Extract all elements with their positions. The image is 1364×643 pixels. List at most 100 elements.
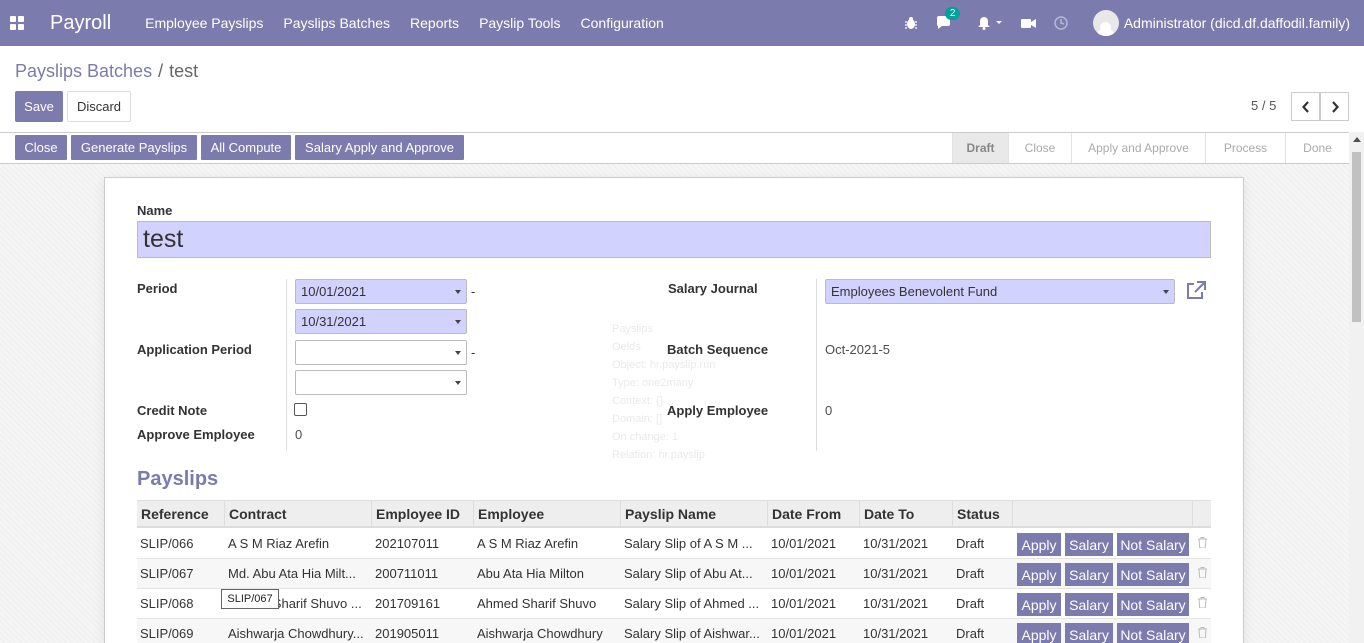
trash-icon[interactable]	[1198, 567, 1207, 578]
menu-payslip-tools[interactable]: Payslip Tools	[479, 15, 560, 31]
application-from-field[interactable]	[295, 340, 467, 365]
cell-employee-id: 201905011	[375, 626, 440, 641]
column-date-to[interactable]: Date To	[860, 501, 953, 527]
table-row[interactable]: SLIP/068 Ahmed Sharif Shuvo ... 20170916…	[137, 589, 1211, 619]
cell-payslip-name: Salary Slip of Aishwar...	[624, 626, 760, 641]
ghost-line: Relation: hr.payslip	[612, 449, 705, 461]
column-actions	[1013, 501, 1193, 527]
not-salary-button[interactable]: Not Salary	[1117, 533, 1189, 556]
user-menu[interactable]: Administrator (dicd.df.daffodil.family)	[1124, 15, 1350, 31]
approve-employee-label: Approve Employee	[137, 427, 255, 442]
breadcrumb-parent[interactable]: Payslips Batches	[15, 61, 152, 81]
trash-icon[interactable]	[1198, 537, 1207, 548]
column-contract[interactable]: Contract	[225, 501, 372, 527]
apply-button[interactable]: Apply	[1017, 563, 1061, 586]
stage-draft[interactable]: Draft	[952, 133, 1008, 163]
approve-employee-value: 0	[295, 427, 303, 442]
table-row[interactable]: SLIP/069 Aishwarja Chowdhury... 20190501…	[137, 619, 1211, 643]
cell-contract: Aishwarja Chowdhury...	[228, 626, 364, 641]
application-to-field[interactable]	[295, 370, 467, 395]
column-employee[interactable]: Employee	[474, 501, 621, 527]
cell-status: Draft	[956, 566, 985, 581]
pager-value[interactable]: 5 / 5	[1251, 98, 1276, 113]
avatar[interactable]	[1092, 10, 1119, 36]
period-dash: -	[471, 284, 476, 299]
stage-done[interactable]: Done	[1285, 133, 1349, 163]
menu-employee-payslips[interactable]: Employee Payslips	[145, 15, 263, 31]
trash-icon[interactable]	[1198, 627, 1207, 638]
payslips-section-title: Payslips	[137, 468, 219, 490]
caret-down-icon	[455, 351, 461, 355]
close-batch-button[interactable]: Close	[15, 135, 67, 160]
menu-configuration[interactable]: Configuration	[581, 15, 664, 31]
not-salary-button[interactable]: Not Salary	[1117, 593, 1189, 616]
app-title[interactable]: Payroll	[50, 12, 111, 35]
trash-icon[interactable]	[1198, 597, 1207, 608]
cell-status: Draft	[956, 536, 985, 551]
scroll-up-icon[interactable]	[1353, 137, 1361, 142]
generate-payslips-button[interactable]: Generate Payslips	[71, 135, 197, 160]
apply-button[interactable]: Apply	[1017, 623, 1061, 643]
cell-contract: A S M Riaz Arefin	[228, 536, 330, 551]
table-row[interactable]: SLIP/067 Md. Abu Ata Hia Milt... 2007110…	[137, 559, 1211, 589]
caret-down-icon	[1163, 290, 1169, 294]
salary-button[interactable]: Salary	[1065, 563, 1113, 586]
salary-journal-field[interactable]: Employees Benevolent Fund	[825, 279, 1175, 304]
chevron-right-icon	[1331, 100, 1339, 113]
pager-next-button[interactable]	[1320, 92, 1349, 121]
salary-button[interactable]: Salary	[1065, 593, 1113, 616]
pager-previous-button[interactable]	[1291, 92, 1320, 121]
cell-date-to: 10/31/2021	[863, 626, 929, 641]
column-employee-id[interactable]: Employee ID	[372, 501, 474, 527]
save-button[interactable]: Save	[15, 91, 63, 122]
cell-reference: SLIP/069	[140, 626, 194, 641]
name-field[interactable]: test	[137, 221, 1211, 258]
ghost-line: On change: 1	[612, 431, 679, 443]
cell-date-to: 10/31/2021	[863, 596, 929, 611]
ghost-line: Payslips	[612, 323, 653, 335]
external-link-icon[interactable]	[1185, 280, 1207, 303]
breadcrumb-separator: /	[158, 61, 164, 81]
not-salary-button[interactable]: Not Salary	[1117, 623, 1189, 643]
discard-button[interactable]: Discard	[67, 91, 131, 122]
control-panel	[0, 46, 1364, 132]
clock-icon[interactable]	[1054, 16, 1068, 30]
cell-payslip-name: Salary Slip of A S M ...	[624, 536, 753, 551]
bell-icon[interactable]	[977, 16, 1003, 30]
apps-menu-icon[interactable]	[0, 0, 34, 46]
credit-note-checkbox[interactable]	[294, 403, 307, 416]
period-to-field[interactable]: 10/31/2021	[295, 309, 467, 334]
stage-process[interactable]: Process	[1205, 133, 1285, 163]
stage-apply-and-approve[interactable]: Apply and Approve	[1071, 133, 1205, 163]
column-status[interactable]: Status	[953, 501, 1013, 527]
column-payslip-name[interactable]: Payslip Name	[621, 501, 768, 527]
apply-button[interactable]: Apply	[1017, 533, 1061, 556]
apply-button[interactable]: Apply	[1017, 593, 1061, 616]
page-scrollbar[interactable]	[1349, 132, 1364, 643]
chevron-down-icon	[995, 21, 1002, 24]
column-date-from[interactable]: Date From	[768, 501, 860, 527]
batch-sequence-label: Batch Sequence	[667, 342, 769, 357]
caret-down-icon	[455, 290, 461, 294]
period-label: Period	[137, 281, 178, 296]
salary-button[interactable]: Salary	[1065, 623, 1113, 643]
period-from-field[interactable]: 10/01/2021	[295, 279, 467, 304]
menu-reports[interactable]: Reports	[410, 15, 459, 31]
salary-button[interactable]: Salary	[1065, 533, 1113, 556]
faded-tooltip: Payslips Oelds Object: hr.payslip.run Ty…	[600, 312, 740, 477]
not-salary-button[interactable]: Not Salary	[1117, 563, 1189, 586]
menu-payslips-batches[interactable]: Payslips Batches	[283, 15, 390, 31]
bug-icon[interactable]	[904, 16, 918, 30]
stage-close[interactable]: Close	[1008, 133, 1071, 163]
table-row[interactable]: SLIP/066 A S M Riaz Arefin 202107011 A S…	[137, 529, 1211, 559]
cell-employee: Aishwarja Chowdhury	[477, 626, 603, 641]
video-call-icon[interactable]	[1020, 18, 1036, 29]
cell-payslip-name: Salary Slip of Ahmed ...	[624, 596, 760, 611]
chat-icon[interactable]: 2	[936, 7, 961, 30]
scrollbar-thumb[interactable]	[1352, 152, 1361, 322]
all-compute-button[interactable]: All Compute	[201, 135, 291, 160]
stage-pipeline: Draft Close Apply and Approve Process Do…	[952, 133, 1349, 163]
salary-apply-approve-button[interactable]: Salary Apply and Approve	[295, 135, 464, 160]
column-reference[interactable]: Reference	[137, 501, 225, 527]
salary-journal-label: Salary Journal	[668, 281, 758, 296]
